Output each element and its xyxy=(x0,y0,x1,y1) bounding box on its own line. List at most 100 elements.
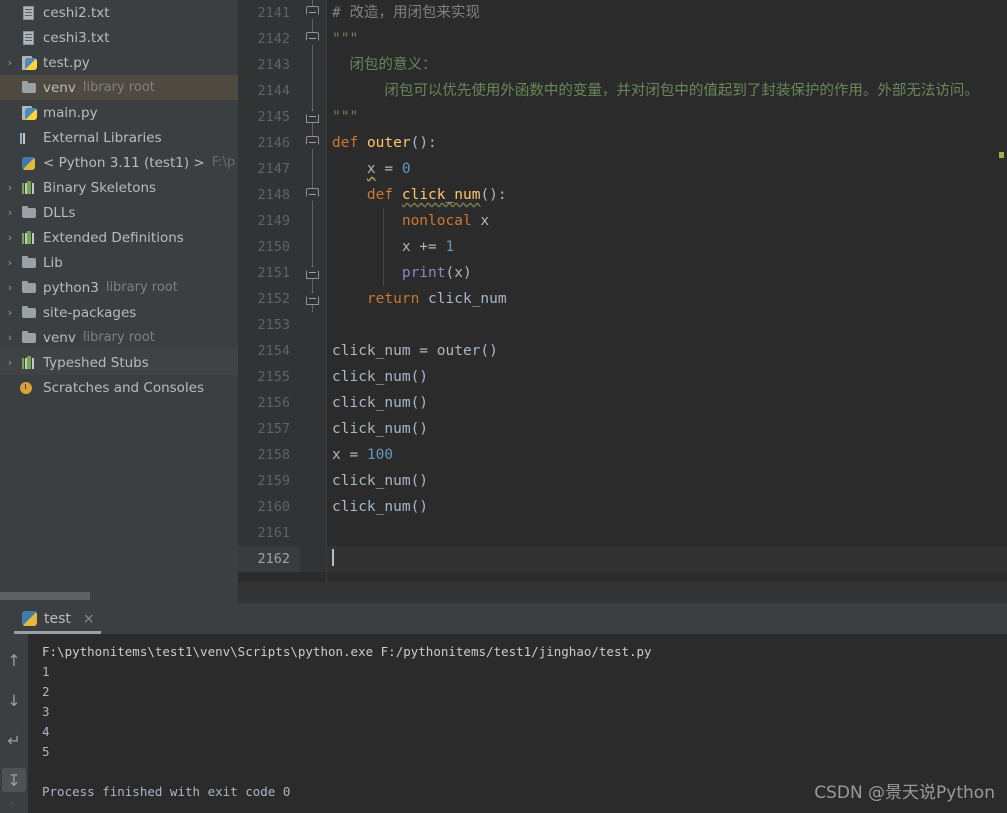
code-line[interactable]: 2159 click_num() xyxy=(238,468,1007,494)
line-number: 2153 xyxy=(238,312,300,338)
fold-toggle-icon[interactable] xyxy=(306,266,319,279)
code-line[interactable]: 2162 xyxy=(238,546,1007,572)
fold-gutter[interactable] xyxy=(300,130,326,156)
code-line[interactable]: 2143 闭包的意义： xyxy=(238,52,1007,78)
expand-arrow-icon[interactable]: › xyxy=(0,231,20,244)
code-line[interactable]: 2161 xyxy=(238,520,1007,546)
tree-item-external-libraries[interactable]: ›External Libraries xyxy=(0,125,238,150)
code-line[interactable]: 2141 # 改造，用闭包来实现 xyxy=(238,0,1007,26)
tree-item-main-py[interactable]: ›main.py xyxy=(0,100,238,125)
fold-toggle-icon[interactable] xyxy=(306,136,319,149)
tree-item-lib[interactable]: › Lib xyxy=(0,250,238,275)
code-text: click_num() xyxy=(332,421,429,437)
fold-gutter[interactable] xyxy=(300,234,326,260)
code-line[interactable]: 2158 x = 100 xyxy=(238,442,1007,468)
console-toolbar[interactable]: ↑ ↓ ↵ ↧ xyxy=(0,634,28,813)
fold-gutter[interactable] xyxy=(300,208,326,234)
code-line[interactable]: 2148 def click_num(): xyxy=(238,182,1007,208)
project-tree[interactable]: ›ceshi2.txt›ceshi3.txt›test.py›venvlibra… xyxy=(0,0,238,400)
fold-gutter[interactable] xyxy=(300,312,326,338)
fold-toggle-icon[interactable] xyxy=(306,292,319,305)
fold-gutter[interactable] xyxy=(300,364,326,390)
run-tab-test[interactable]: test × xyxy=(0,605,105,634)
tree-item-venv[interactable]: ›venvlibrary root xyxy=(0,75,238,100)
fold-gutter[interactable] xyxy=(300,442,326,468)
fold-gutter[interactable] xyxy=(300,286,326,312)
expand-arrow-icon[interactable]: › xyxy=(0,331,20,344)
fold-toggle-icon[interactable] xyxy=(306,110,319,123)
code-line[interactable]: 2144 闭包可以优先使用外函数中的变量，并对闭包中的值起到了封装保护的作用。外… xyxy=(238,78,1007,104)
scroll-down-button[interactable]: ↓ xyxy=(2,688,26,712)
code-editor[interactable]: 2141 # 改造，用闭包来实现 2142 """ 2143 闭包的意义： 2144 闭包… xyxy=(238,0,1007,603)
expand-arrow-icon[interactable]: › xyxy=(0,281,20,294)
tree-item-ceshi2-txt[interactable]: ›ceshi2.txt xyxy=(0,0,238,25)
fold-gutter[interactable] xyxy=(300,104,326,130)
tree-item-dlls[interactable]: › DLLs xyxy=(0,200,238,225)
fold-gutter[interactable] xyxy=(300,156,326,182)
sidebar-horizontal-scrollbar[interactable] xyxy=(0,592,238,600)
code-line[interactable]: 2151 print(x) xyxy=(238,260,1007,286)
editor-lines[interactable]: 2141 # 改造，用闭包来实现 2142 """ 2143 闭包的意义： 2144 闭包… xyxy=(238,0,1007,572)
scroll-to-end-icon: ↧ xyxy=(7,770,21,790)
expand-arrow-icon[interactable]: › xyxy=(0,181,20,194)
expand-arrow-icon[interactable]: › xyxy=(0,306,20,319)
resize-corner-icon[interactable]: ⁘ xyxy=(8,800,18,811)
fold-toggle-icon[interactable] xyxy=(306,6,319,19)
line-number: 2154 xyxy=(238,338,300,364)
tree-item-scratches-and-consoles[interactable]: ›Scratches and Consoles xyxy=(0,375,238,400)
tree-item-site-packages[interactable]: › site-packages xyxy=(0,300,238,325)
soft-wrap-button[interactable]: ↵ xyxy=(2,728,26,752)
console-command-line: F:\pythonitems\test1\venv\Scripts\python… xyxy=(42,644,652,659)
code-line[interactable]: 2152 return click_num xyxy=(238,286,1007,312)
code-line[interactable]: 2153 xyxy=(238,312,1007,338)
tree-item-test-py[interactable]: › test.py xyxy=(0,50,238,75)
fold-gutter[interactable] xyxy=(300,338,326,364)
code-line[interactable]: 2149 nonlocal x xyxy=(238,208,1007,234)
code-line[interactable]: 2160 click_num() xyxy=(238,494,1007,520)
fold-gutter[interactable] xyxy=(300,78,326,104)
fold-toggle-icon[interactable] xyxy=(306,188,319,201)
library-icon xyxy=(20,180,38,196)
fold-gutter[interactable] xyxy=(300,546,326,572)
expand-arrow-icon[interactable]: › xyxy=(0,56,20,69)
fold-gutter[interactable] xyxy=(300,26,326,52)
tree-item-python3[interactable]: › python3 library root xyxy=(0,275,238,300)
expand-arrow-icon[interactable]: › xyxy=(0,206,20,219)
fold-gutter[interactable] xyxy=(300,390,326,416)
fold-gutter[interactable] xyxy=(300,494,326,520)
run-tab-bar[interactable]: test × xyxy=(0,603,1007,634)
fold-gutter[interactable] xyxy=(300,260,326,286)
code-line[interactable]: 2145 """ xyxy=(238,104,1007,130)
close-icon[interactable]: × xyxy=(83,611,95,627)
code-line[interactable]: 2142 """ xyxy=(238,26,1007,52)
code-line[interactable]: 2147 x = 0 xyxy=(238,156,1007,182)
code-line[interactable]: 2146 def outer(): xyxy=(238,130,1007,156)
tree-item-binary-skeletons[interactable]: › Binary Skeletons xyxy=(0,175,238,200)
code-line[interactable]: 2156 click_num() xyxy=(238,390,1007,416)
tree-item-python-3-11-test1[interactable]: ›< Python 3.11 (test1) >F:\p xyxy=(0,150,238,175)
code-line[interactable]: 2154 click_num = outer() xyxy=(238,338,1007,364)
scroll-to-end-button[interactable]: ↧ xyxy=(2,768,26,792)
fold-gutter[interactable] xyxy=(300,0,326,26)
fold-gutter[interactable] xyxy=(300,520,326,546)
fold-gutter[interactable] xyxy=(300,182,326,208)
tree-item-venv[interactable]: ›venvlibrary root xyxy=(0,325,238,350)
line-number: 2142 xyxy=(238,26,300,52)
expand-arrow-icon[interactable]: › xyxy=(0,256,20,269)
tree-item-extended-definitions[interactable]: › Extended Definitions xyxy=(0,225,238,250)
tree-item-label: ceshi3.txt xyxy=(43,29,110,46)
code-line[interactable]: 2155 click_num() xyxy=(238,364,1007,390)
fold-toggle-icon[interactable] xyxy=(306,32,319,45)
tree-item-label: DLLs xyxy=(43,204,76,221)
code-line[interactable]: 2157 click_num() xyxy=(238,416,1007,442)
expand-arrow-icon[interactable]: › xyxy=(0,356,20,369)
code-line[interactable]: 2150 x += 1 xyxy=(238,234,1007,260)
tree-item-typeshed-stubs[interactable]: › Typeshed Stubs xyxy=(0,350,238,375)
scrollbar-thumb[interactable] xyxy=(0,592,90,600)
fold-gutter[interactable] xyxy=(300,416,326,442)
fold-gutter[interactable] xyxy=(300,468,326,494)
fold-gutter[interactable] xyxy=(300,52,326,78)
tree-item-ceshi3-txt[interactable]: ›ceshi3.txt xyxy=(0,25,238,50)
project-tree-panel[interactable]: ›ceshi2.txt›ceshi3.txt›test.py›venvlibra… xyxy=(0,0,238,603)
scroll-up-button[interactable]: ↑ xyxy=(2,648,26,672)
